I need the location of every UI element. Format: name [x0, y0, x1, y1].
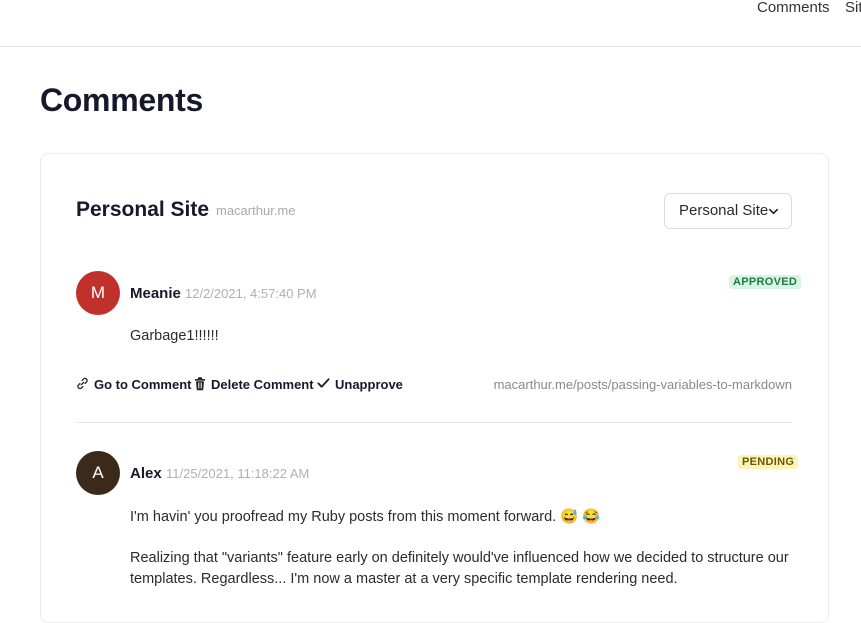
comment-body: Garbage1!!!!!! — [130, 328, 219, 344]
comment-author: Alex — [130, 465, 162, 482]
comment-body-line: Realizing that "variants" feature early … — [130, 550, 789, 566]
site-domain: macarthur.me — [216, 203, 296, 218]
site-title: Personal Site — [76, 198, 210, 221]
trash-icon — [195, 377, 205, 391]
nav-link-comments[interactable]: Comments — [757, 0, 830, 16]
delete-comment-button[interactable]: Delete Comment — [194, 376, 314, 394]
check-icon — [317, 378, 330, 388]
unapprove-label: Unapprove — [335, 377, 403, 392]
chevron-down-icon — [769, 208, 778, 215]
site-select-dropdown[interactable]: Personal Site — [664, 193, 792, 229]
comment-timestamp: 11/25/2021, 11:18:22 AM — [166, 466, 310, 481]
nav-link-sites[interactable]: Sit — [845, 0, 861, 16]
avatar: A — [76, 451, 120, 495]
status-badge: PENDING — [738, 455, 799, 469]
page-title: Comments — [40, 82, 203, 118]
comment-timestamp: 12/2/2021, 4:57:40 PM — [185, 286, 317, 301]
comment-author: Meanie — [130, 285, 181, 302]
delete-comment-label: Delete Comment — [211, 377, 314, 392]
comment-body-line: templates. Regardless... I'm now a maste… — [130, 571, 678, 587]
comment-divider — [76, 422, 792, 423]
go-to-comment-button[interactable]: Go to Comment — [76, 376, 192, 394]
status-badge: APPROVED — [729, 275, 802, 289]
site-select-value: Personal Site — [679, 202, 769, 219]
link-icon — [77, 377, 88, 390]
avatar: M — [76, 271, 120, 315]
comment-body-line: I'm havin' you proofread my Ruby posts f… — [130, 509, 601, 525]
unapprove-button[interactable]: Unapprove — [317, 376, 403, 394]
post-link[interactable]: macarthur.me/posts/passing-variables-to-… — [494, 377, 792, 392]
go-to-comment-label: Go to Comment — [94, 377, 192, 392]
top-nav: Comments Sit — [0, 0, 861, 47]
